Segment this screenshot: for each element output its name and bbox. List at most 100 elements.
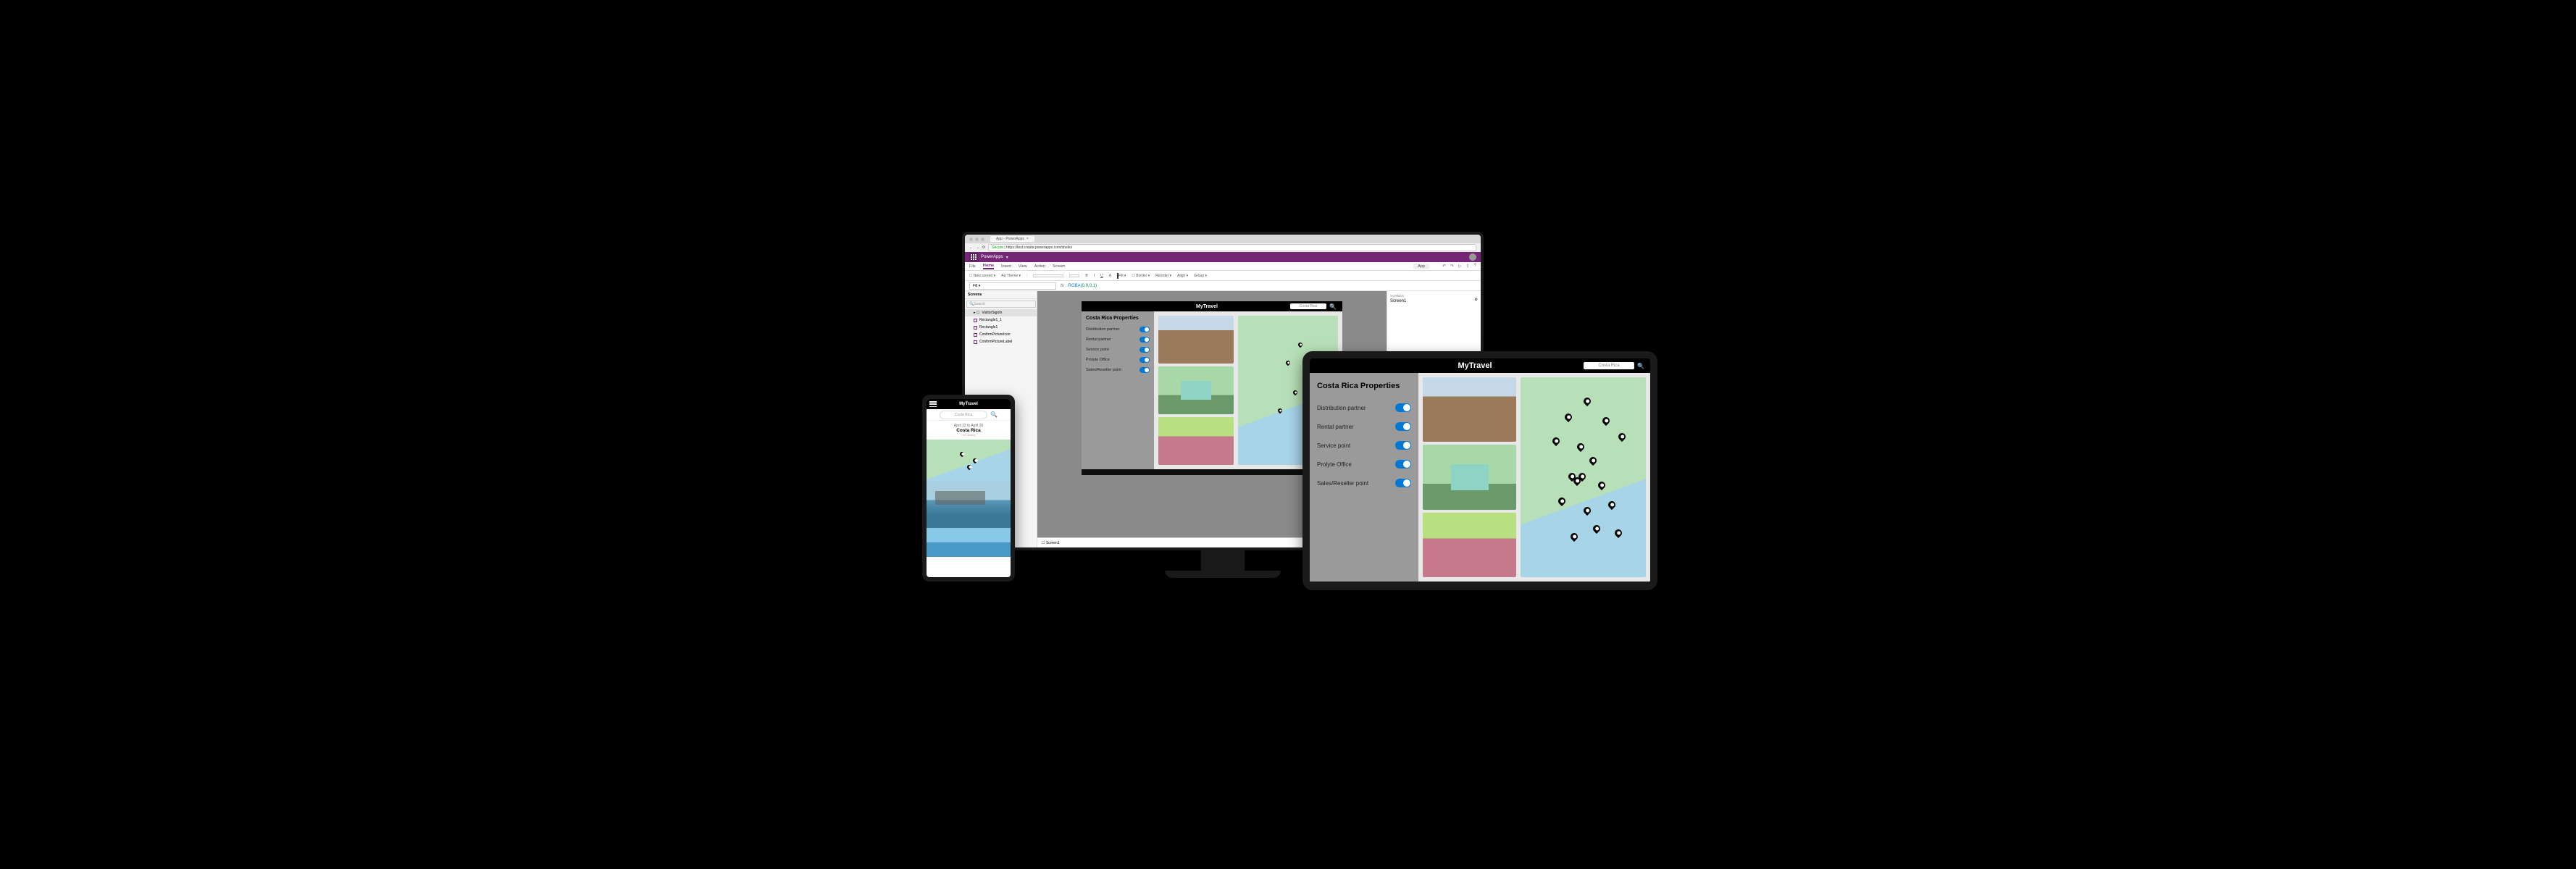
property-photo[interactable] [927,482,1011,528]
undo-icon[interactable]: ↶ [1442,264,1446,269]
property-photo[interactable] [1423,445,1516,509]
toggle[interactable] [1395,460,1411,469]
search-icon[interactable]: 🔍 [990,411,998,418]
gear-icon[interactable]: ⚙ [1475,298,1478,302]
search-field[interactable]: Costa Rica [940,411,987,419]
redo-icon[interactable]: ↷ [1450,264,1454,269]
property-photo[interactable] [1423,377,1516,442]
underline-icon[interactable]: U [1100,274,1103,278]
theme-button[interactable]: Aa Theme ▾ [1001,274,1021,278]
map-pin-icon[interactable] [1597,479,1607,490]
bold-icon[interactable]: B [1085,274,1087,278]
map-pin-icon[interactable] [1557,496,1567,506]
toggle[interactable] [1395,441,1411,450]
property-photo[interactable] [1158,366,1234,414]
tree-item[interactable]: ConfirmPictureIcon [965,331,1037,338]
ribbon-tab-screen[interactable]: Screen [1053,264,1065,269]
tree-item[interactable]: Rectangle1 [965,324,1037,331]
app-title: MyTravel [959,402,978,406]
search-field[interactable]: Costa Rica [1290,303,1326,309]
tree-item[interactable]: ConfirmPictureLabel [965,338,1037,345]
property-dropdown[interactable]: Fill ▾ [969,282,1056,290]
align-button[interactable]: Align ▾ [1177,274,1188,278]
reorder-button[interactable]: Reorder ▾ [1155,274,1171,278]
map-pin-icon[interactable] [1297,342,1303,348]
map-pin-icon[interactable] [1582,396,1592,406]
property-photo[interactable] [1423,513,1516,577]
back-icon[interactable]: ← [969,245,973,250]
toggle[interactable] [1139,357,1150,363]
forward-icon[interactable]: → [976,245,979,250]
toggle[interactable] [1395,403,1411,412]
toggle[interactable] [1139,367,1150,373]
toggle[interactable] [1139,337,1150,343]
map-pin-icon[interactable] [1285,360,1291,366]
map-pin-icon[interactable] [1563,412,1573,422]
map-pin-icon[interactable] [1569,532,1579,542]
property-photo[interactable] [1158,417,1234,465]
tree-item[interactable]: Rectangle1_1 [965,316,1037,324]
reload-icon[interactable]: ⟳ [982,245,985,250]
map-pin-icon[interactable] [1588,456,1598,466]
map-pin-icon[interactable] [1582,505,1592,516]
window-controls[interactable] [969,238,984,241]
map-pin-icon[interactable] [1617,432,1627,442]
share-icon[interactable]: ⇪ [1466,264,1470,269]
map-pin-icon[interactable] [1292,390,1298,395]
map-pin-icon[interactable] [959,451,965,457]
group-button[interactable]: Group ▾ [1194,274,1207,278]
map-pin-icon[interactable] [1277,407,1283,413]
map-view[interactable] [927,440,1011,482]
toggle[interactable] [1139,347,1150,353]
secure-label: Secure [992,245,1003,250]
font-dropdown[interactable] [1033,274,1063,277]
map-pin-icon[interactable] [966,464,971,470]
search-icon[interactable]: 🔍 [1637,363,1644,369]
map-view[interactable] [1521,377,1646,577]
screen-checkbox[interactable]: ☐ Screen1 [1042,541,1060,545]
search-field[interactable]: Costa Rica [1584,362,1634,369]
filter-row: Service point [1086,347,1150,353]
fontsize-dropdown[interactable] [1069,274,1079,277]
map-pin-icon[interactable] [1613,528,1623,538]
formula-input[interactable]: RGBA(0,0,0,1) [1069,283,1097,288]
app-launcher-icon[interactable] [969,253,978,261]
toggle[interactable] [1395,479,1411,487]
new-screen-button[interactable]: ☐ New screen ▾ [969,274,995,278]
toggle[interactable] [1139,327,1150,332]
app-name-label[interactable]: App [1413,264,1429,269]
ribbon-tab-insert[interactable]: Insert [1001,264,1011,269]
play-icon[interactable]: ▷ [1458,264,1462,269]
close-icon[interactable]: × [1026,237,1029,241]
property-photo[interactable] [1158,316,1234,364]
help-icon[interactable]: ? [1474,264,1476,269]
map-pin-icon[interactable] [1550,436,1560,446]
tablet-device: MyTravel Costa Rica 🔍 Costa Rica Propert… [1302,351,1657,590]
ribbon-tab-action[interactable]: Action [1034,264,1045,269]
ribbon-tab-home[interactable]: Home [983,264,994,269]
ribbon-tab-view[interactable]: View [1019,264,1027,269]
search-icon[interactable]: 🔍 [1329,303,1337,310]
menu-icon[interactable] [929,401,937,407]
map-pin-icon[interactable] [1576,442,1586,452]
property-photo[interactable] [927,528,1011,557]
map-pin-icon[interactable] [1592,524,1602,534]
fontcolor-icon[interactable]: A [1109,274,1111,278]
tree-search[interactable]: 🔍 Search [966,301,1036,308]
chevron-down-icon[interactable]: ▾ [1006,255,1008,260]
ribbon-tab-file[interactable]: File [969,264,976,269]
toggle[interactable] [1395,422,1411,431]
browser-tab[interactable]: App - PowerApps × [990,236,1034,242]
fill-button[interactable]: Fill ▾ [1117,274,1126,278]
url-field[interactable]: Secure | https://test.create.powerapps.c… [988,244,1476,251]
user-avatar[interactable] [1469,253,1476,261]
filter-row: Distribution partner [1086,327,1150,332]
italic-icon[interactable]: I [1094,274,1095,278]
browser-tab-strip: App - PowerApps × [965,235,1481,243]
map-pin-icon[interactable] [1600,416,1610,426]
tree-root[interactable]: ▸ ☐ VisitorSignIn [965,309,1037,316]
border-button[interactable]: ☐ Border ▾ [1132,274,1150,278]
map-pin-icon[interactable] [972,458,978,463]
app-header: MyTravel [927,399,1011,409]
map-pin-icon[interactable] [1607,500,1617,510]
